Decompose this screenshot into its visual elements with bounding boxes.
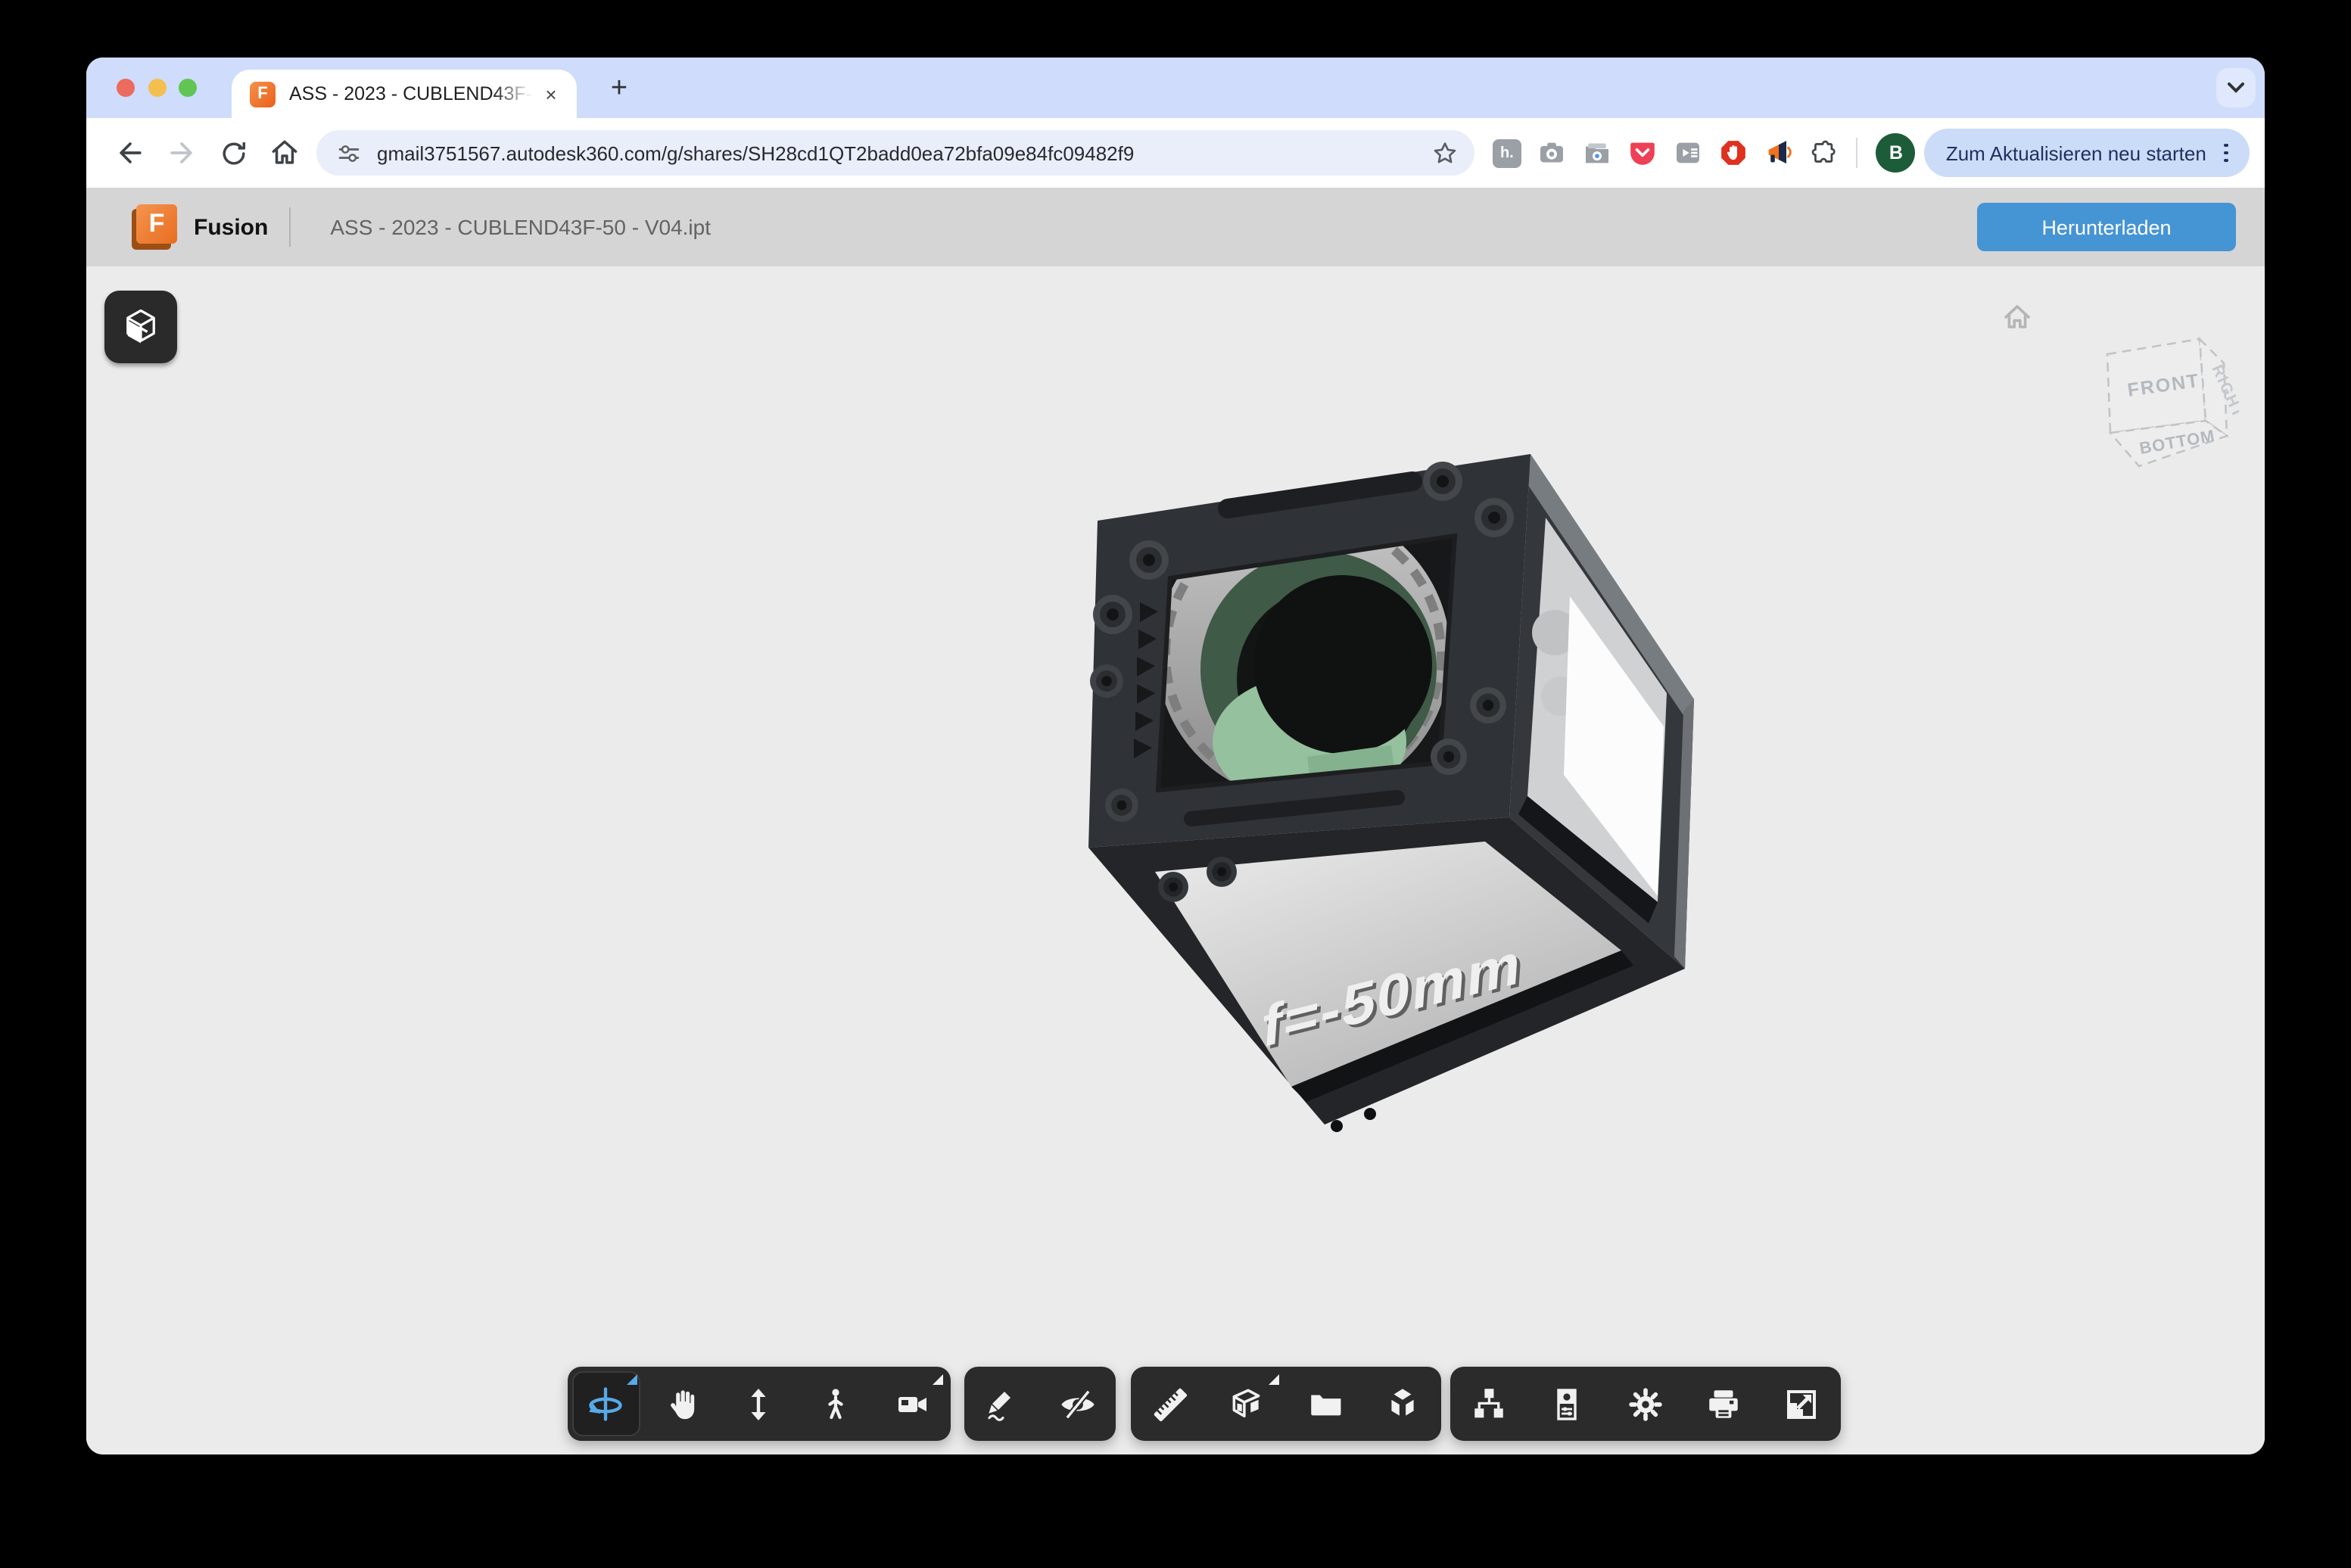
markup-pencil-icon bbox=[984, 1386, 1020, 1422]
markup-toolbar bbox=[964, 1367, 1116, 1441]
screenshot-camera-icon[interactable] bbox=[1530, 130, 1575, 176]
document-title: ASS - 2023 - CUBLEND43F-50 - V04.ipt bbox=[330, 215, 711, 239]
markup-tool-button[interactable] bbox=[964, 1367, 1040, 1441]
video-downloader-icon[interactable] bbox=[1666, 130, 1711, 176]
tab-strip: F ASS - 2023 - CUBLEND43F-5 × + bbox=[86, 58, 2265, 118]
hide-visibility-button[interactable] bbox=[1040, 1367, 1116, 1441]
tab-close-icon[interactable]: × bbox=[537, 80, 565, 107]
h-extension-icon[interactable]: h. bbox=[1484, 130, 1530, 176]
model-browser-cube-button[interactable] bbox=[104, 291, 177, 363]
pan-tool-button[interactable] bbox=[644, 1367, 721, 1441]
new-tab-button[interactable]: + bbox=[601, 71, 637, 107]
megaphone-icon[interactable] bbox=[1757, 130, 1802, 176]
forward-arrow-icon bbox=[165, 136, 198, 170]
model-3d-cube[interactable]: f=-50mm f=-50mm bbox=[1082, 451, 1696, 1168]
chrome-folder-icon[interactable] bbox=[1575, 130, 1621, 176]
address-bar[interactable]: gmail3751567.autodesk360.com/g/shares/SH… bbox=[316, 130, 1475, 176]
viewcube[interactable]: FRONT RIGHT BOTTOM bbox=[2094, 327, 2239, 478]
pocket-icon[interactable] bbox=[1621, 130, 1666, 176]
fusion-header: F Fusion ASS - 2023 - CUBLEND43F-50 - V0… bbox=[86, 188, 2265, 266]
hierarchy-tree-icon bbox=[1471, 1385, 1509, 1423]
measure-tool-button[interactable] bbox=[1131, 1367, 1209, 1441]
camera-tool-button[interactable] bbox=[874, 1367, 951, 1441]
back-arrow-icon bbox=[114, 136, 147, 170]
video-camera-icon bbox=[894, 1386, 930, 1422]
home-button[interactable] bbox=[259, 127, 310, 179]
settings-toolbar bbox=[1450, 1367, 1841, 1441]
fusion-favicon-icon: F bbox=[250, 81, 276, 107]
restart-to-update-label: Zum Aktualisieren neu starten bbox=[1946, 142, 2206, 164]
orbit-icon bbox=[587, 1384, 626, 1423]
ruler-icon bbox=[1150, 1384, 1189, 1423]
tab-title: ASS - 2023 - CUBLEND43F-5 bbox=[289, 83, 537, 104]
download-button[interactable]: Herunterladen bbox=[1977, 203, 2236, 251]
view-home-icon[interactable] bbox=[2001, 301, 2033, 333]
close-window-button[interactable] bbox=[117, 79, 135, 97]
restart-to-update-button[interactable]: Zum Aktualisieren neu starten bbox=[1925, 129, 2250, 177]
orbit-tool-button[interactable] bbox=[568, 1367, 644, 1441]
tab-active[interactable]: F ASS - 2023 - CUBLEND43F-5 × bbox=[232, 70, 577, 118]
url-text: gmail3751567.autodesk360.com/g/shares/SH… bbox=[377, 142, 1431, 164]
zoom-window-button[interactable] bbox=[179, 79, 197, 97]
back-button[interactable] bbox=[104, 127, 156, 179]
chevron-down-icon bbox=[2227, 82, 2245, 94]
browser-toolbar: gmail3751567.autodesk360.com/g/shares/SH… bbox=[86, 118, 2265, 188]
desktop-background: F ASS - 2023 - CUBLEND43F-5 × + bbox=[0, 0, 2351, 1568]
pan-hand-icon bbox=[665, 1386, 701, 1422]
explode-cube-icon bbox=[1384, 1385, 1421, 1423]
profile-avatar[interactable]: B bbox=[1876, 133, 1916, 173]
section-analysis-button[interactable] bbox=[1209, 1367, 1287, 1441]
browse-files-button[interactable] bbox=[1286, 1367, 1364, 1441]
folder-icon bbox=[1306, 1385, 1344, 1423]
eye-slash-icon bbox=[1058, 1384, 1098, 1423]
zoom-tool-button[interactable] bbox=[721, 1367, 797, 1441]
walk-person-icon bbox=[817, 1386, 854, 1422]
header-divider bbox=[289, 207, 291, 247]
section-flyout-icon bbox=[1268, 1374, 1278, 1385]
fullscreen-button[interactable] bbox=[1763, 1367, 1841, 1441]
reload-button[interactable] bbox=[207, 127, 259, 179]
inspect-toolbar bbox=[1131, 1367, 1441, 1441]
fullscreen-icon bbox=[1783, 1386, 1820, 1422]
properties-panel-icon bbox=[1549, 1386, 1586, 1422]
explode-model-button[interactable] bbox=[1364, 1367, 1442, 1441]
minimize-window-button[interactable] bbox=[148, 79, 167, 97]
adblock-icon[interactable] bbox=[1711, 130, 1757, 176]
orbit-flyout-icon bbox=[626, 1374, 637, 1385]
reload-icon bbox=[217, 137, 249, 169]
bookmark-star-icon[interactable] bbox=[1431, 138, 1460, 167]
fusion-logo-icon: F bbox=[132, 204, 177, 250]
section-cube-icon bbox=[1228, 1385, 1266, 1423]
print-button[interactable] bbox=[1685, 1367, 1763, 1441]
printer-icon bbox=[1705, 1385, 1742, 1423]
zoom-arrows-icon bbox=[741, 1386, 777, 1422]
viewer-canvas[interactable]: FRONT RIGHT BOTTOM f=-50mm f=-50mm bbox=[86, 266, 2265, 1454]
extensions-puzzle-icon[interactable] bbox=[1802, 130, 1848, 176]
walk-tool-button[interactable] bbox=[798, 1367, 874, 1441]
fusion-brand-label: Fusion bbox=[194, 214, 268, 240]
tab-search-chevron-button[interactable] bbox=[2216, 68, 2256, 107]
settings-button[interactable] bbox=[1606, 1367, 1684, 1441]
wireframe-cube-icon bbox=[120, 306, 162, 348]
home-icon bbox=[268, 136, 301, 170]
site-settings-icon[interactable] bbox=[335, 138, 363, 167]
forward-button[interactable] bbox=[156, 127, 207, 179]
browser-menu-kebab-icon[interactable] bbox=[2222, 140, 2231, 166]
navigation-toolbar bbox=[568, 1367, 951, 1441]
gear-icon bbox=[1626, 1384, 1665, 1423]
camera-flyout-icon bbox=[933, 1374, 943, 1385]
properties-button[interactable] bbox=[1528, 1367, 1606, 1441]
toolbar-divider bbox=[1857, 138, 1858, 168]
browser-window: F ASS - 2023 - CUBLEND43F-5 × + bbox=[86, 58, 2265, 1454]
model-browser-button[interactable] bbox=[1450, 1367, 1528, 1441]
